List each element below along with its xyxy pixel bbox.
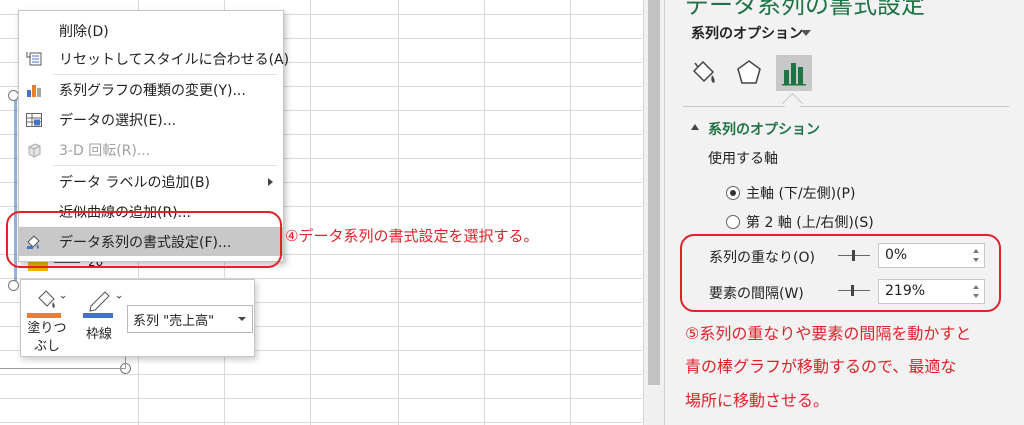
- fill-color-swatch: [27, 313, 61, 318]
- menu-item-change-chart-type[interactable]: 系列グラフの種類の変更(Y)...: [19, 75, 283, 104]
- menu-item-reset-style[interactable]: リセットしてスタイルに合わせる(A): [19, 44, 289, 73]
- change-chart-type-icon: [27, 85, 41, 97]
- axis-heading: 使用する軸: [708, 151, 778, 167]
- menu-item-label: データ ラベルの追加(B): [59, 175, 210, 191]
- menu-item-delete[interactable]: 削除(D): [19, 16, 283, 45]
- primary-axis-radio[interactable]: [726, 186, 740, 200]
- outline-color-swatch: [83, 313, 113, 318]
- annotation-step5-line2: 青の棒グラフが移動するので、最適な: [685, 357, 957, 376]
- pane-title: データ系列の書式設定: [685, 0, 925, 19]
- menu-item-label: リセットしてスタイルに合わせる(A): [59, 52, 290, 68]
- menu-item-label: 系列グラフの種類の変更(Y)...: [59, 83, 246, 99]
- menu-item-label: 削除(D): [59, 24, 109, 40]
- menu-item-3d-rotation: 3-D 回転(R)...: [19, 135, 283, 164]
- scrollbar-thumb[interactable]: [648, 0, 660, 385]
- 3d-rotation-icon: [28, 143, 41, 158]
- annotation-highlight-box: [6, 211, 282, 268]
- fill-button-label: 塗りつ: [27, 321, 67, 336]
- fill-line-icon[interactable]: [687, 55, 723, 91]
- series-options-bar-chart-icon[interactable]: [776, 55, 812, 91]
- chart-frame: [0, 368, 126, 369]
- tab-pointer: [781, 92, 804, 115]
- chevron-down-icon[interactable]: [801, 30, 811, 36]
- vertical-scrollbar[interactable]: [643, 0, 664, 425]
- section-series-options[interactable]: 系列のオプション: [708, 119, 820, 139]
- annotation-highlight-box: [680, 234, 1001, 312]
- paint-bucket-icon: [38, 290, 66, 308]
- outline-button-label: 枠線: [85, 327, 112, 342]
- annotation-step4: ④データ系列の書式設定を選択する。: [285, 227, 539, 245]
- pen-outline-icon: [89, 291, 122, 312]
- mini-toolbar: 塗りつ ぶし 枠線 系列 "売上高": [20, 279, 255, 357]
- annotation-step5-line3: 場所に移動させる。: [685, 391, 830, 410]
- fill-button-label: ぶし: [33, 339, 60, 354]
- effects-pentagon-icon[interactable]: [731, 55, 767, 91]
- pane-divider: [683, 106, 1009, 107]
- menu-item-add-data-labels[interactable]: データ ラベルの追加(B): [19, 167, 283, 196]
- primary-axis-label[interactable]: 主軸 (下/左側)(P): [746, 183, 855, 203]
- fill-button[interactable]: 塗りつ ぶし: [27, 286, 67, 354]
- series-select-value: 系列 "売上高": [133, 314, 215, 329]
- select-data-icon: [26, 113, 42, 127]
- secondary-axis-radio[interactable]: [726, 215, 740, 229]
- menu-item-select-data[interactable]: データの選択(E)...: [19, 105, 283, 134]
- outline-button[interactable]: 枠線: [81, 286, 122, 352]
- chevron-down-icon: [238, 317, 246, 321]
- series-select-dropdown[interactable]: 系列 "売上高": [127, 305, 253, 333]
- menu-item-label: 3-D 回転(R)...: [59, 143, 151, 159]
- menu-item-label: データの選択(E)...: [59, 113, 177, 129]
- secondary-axis-label[interactable]: 第 2 軸 (上/右側)(S): [746, 212, 874, 232]
- annotation-step5-line1: ⑤系列の重なりや要素の間隔を動かすと: [685, 324, 972, 343]
- submenu-arrow-icon: [268, 178, 273, 186]
- series-options-dropdown[interactable]: 系列のオプション: [691, 23, 803, 43]
- reset-style-icon: [26, 52, 42, 66]
- chart-resize-handle[interactable]: [8, 280, 19, 291]
- collapse-caret-icon[interactable]: [691, 124, 699, 130]
